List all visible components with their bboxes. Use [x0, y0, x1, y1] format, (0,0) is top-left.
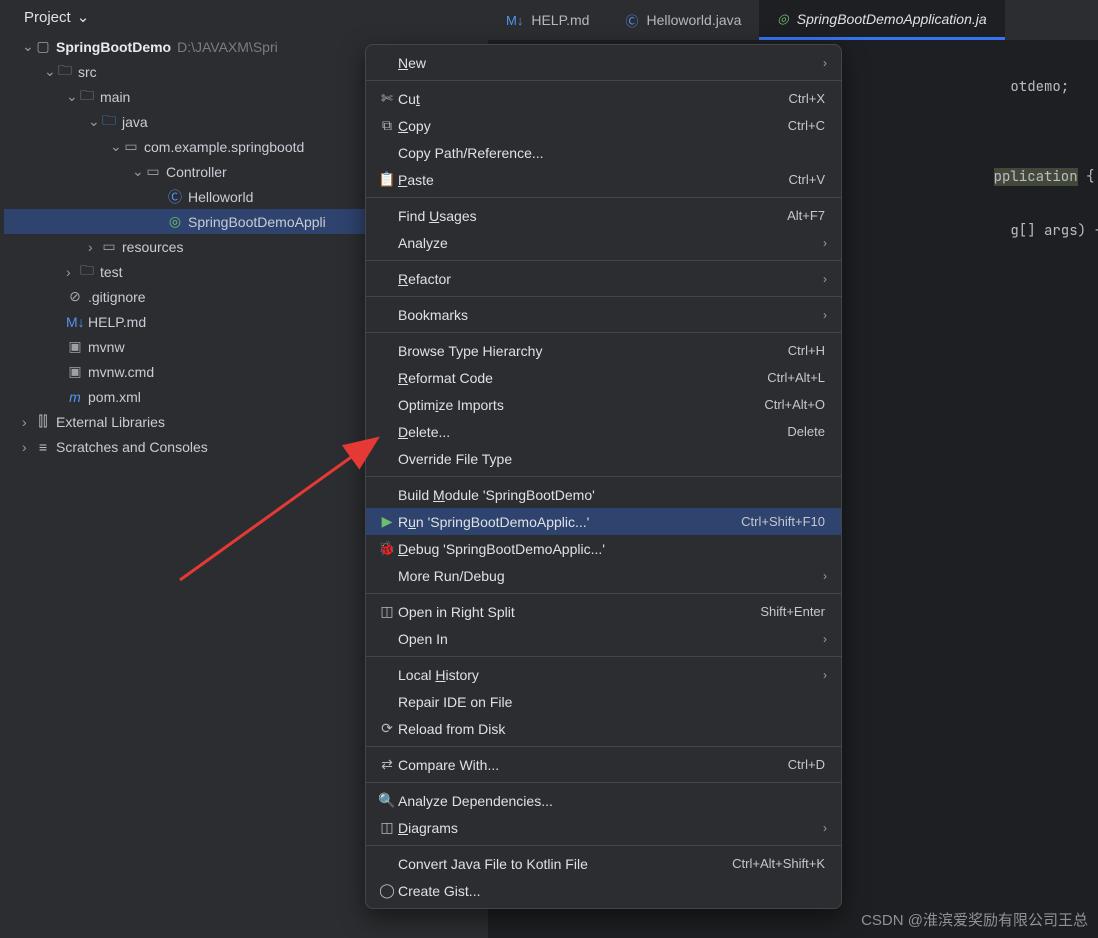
menu-copy[interactable]: ⧉CopyCtrl+C [366, 112, 841, 139]
menu-create-gist[interactable]: ◯Create Gist... [366, 877, 841, 904]
context-menu: New› ✄CutCtrl+X ⧉CopyCtrl+C Copy Path/Re… [365, 44, 842, 909]
chevron-down-icon[interactable]: ⌄ [77, 8, 87, 26]
menu-separator [366, 476, 841, 477]
menu-copy-path[interactable]: Copy Path/Reference... [366, 139, 841, 166]
menu-find-usages[interactable]: Find UsagesAlt+F7 [366, 202, 841, 229]
split-icon: ◫ [376, 603, 398, 620]
chevron-right-icon: › [823, 668, 827, 682]
menu-compare-with[interactable]: ⇄Compare With...Ctrl+D [366, 751, 841, 778]
editor-tabs: M↓HELP.md ⒸHelloworld.java ◎SpringBootDe… [488, 0, 1098, 40]
project-title: Project [24, 9, 71, 26]
github-icon: ◯ [376, 882, 398, 899]
menu-repair-ide[interactable]: Repair IDE on File [366, 688, 841, 715]
menu-refactor[interactable]: Refactor› [366, 265, 841, 292]
menu-separator [366, 80, 841, 81]
cut-icon: ✄ [376, 90, 398, 107]
watermark: CSDN @淮滨爱奖励有限公司王总 [861, 909, 1088, 930]
menu-open-in[interactable]: Open In› [366, 625, 841, 652]
menu-diagrams[interactable]: ◫Diagrams› [366, 814, 841, 841]
run-target-icon: ◎ [777, 11, 788, 27]
menu-build-module[interactable]: Build Module 'SpringBootDemo' [366, 481, 841, 508]
chevron-right-icon: › [823, 236, 827, 250]
menu-separator [366, 197, 841, 198]
menu-open-right-split[interactable]: ◫Open in Right SplitShift+Enter [366, 598, 841, 625]
menu-separator [366, 845, 841, 846]
menu-more-run-debug[interactable]: More Run/Debug› [366, 562, 841, 589]
copy-icon: ⧉ [376, 117, 398, 134]
menu-separator [366, 782, 841, 783]
menu-debug[interactable]: 🐞Debug 'SpringBootDemoApplic...' [366, 535, 841, 562]
menu-run[interactable]: ▶Run 'SpringBootDemoApplic...'Ctrl+Shift… [366, 508, 841, 535]
class-icon: Ⓒ [625, 11, 638, 30]
menu-reformat[interactable]: Reformat CodeCtrl+Alt+L [366, 364, 841, 391]
menu-separator [366, 296, 841, 297]
menu-optimize-imports[interactable]: Optimize ImportsCtrl+Alt+O [366, 391, 841, 418]
reload-icon: ⟳ [376, 720, 398, 737]
menu-analyze-dependencies[interactable]: 🔍Analyze Dependencies... [366, 787, 841, 814]
menu-new[interactable]: New› [366, 49, 841, 76]
diagram-icon: ◫ [376, 819, 398, 836]
project-header[interactable]: Project ⌄ [0, 0, 490, 34]
chevron-right-icon: › [823, 56, 827, 70]
menu-reload-disk[interactable]: ⟳Reload from Disk [366, 715, 841, 742]
run-icon: ▶ [376, 513, 398, 530]
tab-help[interactable]: M↓HELP.md [488, 0, 607, 40]
chevron-right-icon: › [823, 308, 827, 322]
menu-override-file-type[interactable]: Override File Type [366, 445, 841, 472]
tab-helloworld[interactable]: ⒸHelloworld.java [607, 0, 759, 40]
menu-bookmarks[interactable]: Bookmarks› [366, 301, 841, 328]
menu-browse-hierarchy[interactable]: Browse Type HierarchyCtrl+H [366, 337, 841, 364]
menu-paste[interactable]: 📋PasteCtrl+V [366, 166, 841, 193]
paste-icon: 📋 [376, 171, 398, 188]
markdown-icon: M↓ [506, 13, 523, 28]
menu-local-history[interactable]: Local History› [366, 661, 841, 688]
menu-cut[interactable]: ✄CutCtrl+X [366, 85, 841, 112]
tab-springbootdemoapp[interactable]: ◎SpringBootDemoApplication.ja [759, 0, 1004, 40]
search-icon: 🔍 [376, 792, 398, 809]
chevron-right-icon: › [823, 569, 827, 583]
chevron-right-icon: › [823, 632, 827, 646]
compare-icon: ⇄ [376, 756, 398, 773]
menu-separator [366, 593, 841, 594]
chevron-right-icon: › [823, 272, 827, 286]
menu-separator [366, 746, 841, 747]
chevron-right-icon: › [823, 821, 827, 835]
menu-separator [366, 656, 841, 657]
menu-convert-kotlin[interactable]: Convert Java File to Kotlin FileCtrl+Alt… [366, 850, 841, 877]
menu-separator [366, 332, 841, 333]
menu-separator [366, 260, 841, 261]
debug-icon: 🐞 [376, 540, 398, 557]
menu-delete[interactable]: Delete...Delete [366, 418, 841, 445]
menu-analyze[interactable]: Analyze› [366, 229, 841, 256]
